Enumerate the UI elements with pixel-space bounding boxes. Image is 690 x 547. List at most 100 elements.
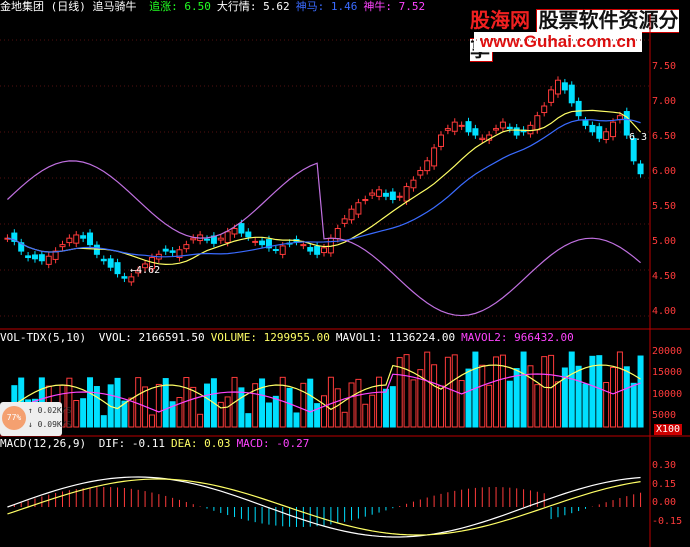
volume-bar [630, 382, 637, 428]
volume-bar [272, 395, 279, 428]
volume-bar [389, 386, 396, 428]
candle [183, 244, 190, 250]
axis-tick-2: 6.50 [652, 131, 677, 142]
candle [252, 240, 259, 243]
candle [224, 231, 231, 244]
volume-bar [548, 354, 555, 428]
candle [73, 234, 80, 244]
volume-bar [204, 383, 211, 428]
candle [341, 218, 348, 224]
candle [238, 223, 245, 234]
volume-bar [596, 355, 603, 428]
volume-bar [293, 412, 300, 428]
candle [610, 121, 617, 138]
high-price-marker: 6.3 [629, 132, 648, 143]
volume-bar [437, 385, 444, 428]
axis-tick-7: 4.00 [652, 306, 677, 317]
vol-header-item-1: VOLUME: 1299955.00 [210, 331, 330, 344]
candle [548, 89, 555, 103]
candle [307, 247, 314, 252]
vol-header-item-0: VVOL: 2166591.50 [98, 331, 205, 344]
axis-tick-3: -0.15 [652, 516, 683, 527]
candle [87, 232, 94, 246]
volume-bar [541, 356, 548, 428]
volume-bar [410, 379, 417, 428]
volume-bar [623, 366, 630, 428]
axis-tick-3: 5000 [652, 410, 677, 421]
volume-bar [73, 400, 80, 428]
volume-bar [300, 382, 307, 428]
candle [38, 254, 45, 262]
axis-tick-2: 10000 [652, 388, 683, 400]
volume-bar [334, 388, 341, 428]
candle [424, 160, 431, 172]
volume-bar [155, 383, 162, 428]
candle [362, 199, 369, 202]
volume-bar [637, 355, 644, 428]
volume-bar [135, 377, 142, 428]
volume-bar [506, 380, 513, 428]
axis-tick-1: 15000 [652, 367, 683, 379]
volume-bar [534, 384, 541, 428]
volume-bar [80, 398, 87, 428]
candle [575, 100, 582, 117]
candle [499, 121, 506, 129]
macd-header-item-1: DEA: 0.03 [170, 437, 231, 450]
candle [637, 163, 644, 175]
purple-indicator-line [7, 160, 641, 317]
candle [300, 244, 307, 247]
candle [568, 84, 575, 104]
volume-bar [321, 395, 327, 428]
volume-bar [616, 351, 623, 428]
candle [554, 79, 561, 95]
candle [348, 208, 355, 221]
candle [369, 192, 376, 196]
candle [80, 235, 87, 239]
candle [93, 244, 100, 255]
candle [479, 137, 486, 141]
volume-bar [100, 415, 107, 428]
candle [437, 134, 444, 147]
axis-tick-2: 0.00 [652, 497, 677, 509]
volume-bar [148, 414, 155, 428]
axis-tick-0: 7.50 [652, 61, 677, 72]
volume-bar [493, 356, 500, 428]
network-widget[interactable]: 77% ↑ 0.02K/S ↓ 0.09K/S [0, 402, 71, 436]
candle [417, 169, 424, 176]
candle [25, 255, 32, 259]
macd-title: MACD(12,26,9) [0, 437, 87, 450]
chart-canvas[interactable] [0, 0, 690, 547]
volume-bar [245, 413, 252, 428]
volume-bar [376, 376, 383, 428]
volume-bar [286, 387, 293, 428]
volume-bar [224, 396, 231, 428]
volume-bar [190, 386, 197, 428]
candle [396, 195, 403, 198]
candle [403, 186, 410, 202]
candle [465, 121, 472, 133]
candle [472, 128, 479, 136]
candle [410, 179, 417, 189]
macd-header-item-2: MACD: -0.27 [236, 437, 310, 450]
upload-rate: ↑ 0.02K/S [28, 406, 72, 415]
candle [169, 250, 176, 253]
macd-header: MACD(12,26,9) DIF: -0.11 DEA: 0.03 MACD: -… [0, 437, 321, 451]
candle [231, 228, 238, 235]
volume-bar [265, 402, 272, 428]
candle [534, 115, 541, 131]
axis-tick-0: 0.30 [652, 460, 677, 471]
volume-bar [610, 366, 617, 428]
candle [589, 124, 596, 133]
candle [107, 258, 114, 268]
volume-bar [382, 388, 389, 428]
volume-bar [603, 381, 610, 428]
candle [279, 245, 286, 255]
candle [451, 121, 458, 132]
volume-bar [307, 378, 314, 428]
volume-bar [568, 351, 575, 428]
volume-bar [431, 364, 438, 428]
volume-bar [444, 356, 451, 428]
volume-bar [403, 354, 410, 428]
vol-header-item-2: MAVOL1: 1136224.00 [335, 331, 456, 344]
volume-bar [238, 387, 245, 428]
